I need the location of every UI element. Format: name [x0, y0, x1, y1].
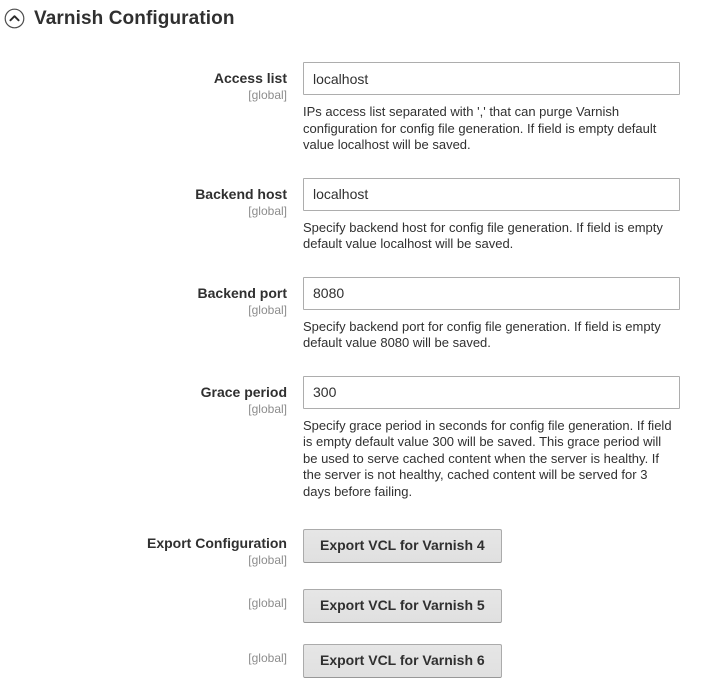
field-scope-export-varnish-4: [global]: [248, 553, 287, 567]
grace-period-input[interactable]: [303, 375, 680, 409]
field-label-block-access-list: Access list [global]: [0, 62, 287, 103]
field-label-backend-port: Backend port: [197, 284, 287, 301]
field-label-block-export-configuration: Export Configuration [global]: [0, 529, 287, 568]
field-label-block-export-varnish-5: [global]: [0, 589, 287, 611]
field-scope-access-list: [global]: [248, 88, 287, 102]
field-label-backend-host: Backend host: [195, 185, 287, 202]
field-label-access-list: Access list: [213, 70, 287, 86]
section-header-varnish-configuration[interactable]: Varnish Configuration: [0, 4, 235, 33]
field-note-backend-host: Specify backend host for config file gen…: [303, 219, 663, 252]
varnish-configuration-page: Varnish Configuration Access list [globa…: [0, 0, 719, 682]
field-scope-export-varnish-6: [global]: [248, 651, 287, 665]
field-scope-export-varnish-5: [global]: [248, 596, 287, 610]
chevron-up-circle-icon[interactable]: [4, 8, 25, 29]
field-scope-backend-host: [global]: [248, 203, 287, 218]
export-configuration-group: Export Configuration [global] Export VCL…: [0, 529, 719, 678]
export-row-varnish-5: [global] Export VCL for Varnish 5: [0, 589, 719, 623]
field-row-grace-period: Grace period [global] Specify grace peri…: [0, 375, 719, 501]
field-row-backend-host: Backend host [global] Specify backend ho…: [0, 177, 719, 253]
backend-port-input[interactable]: [303, 276, 680, 310]
field-row-access-list: Access list [global] IPs access list sep…: [0, 62, 719, 154]
field-label-block-grace-period: Grace period [global]: [0, 376, 287, 417]
export-vcl-varnish-6-button[interactable]: Export VCL for Varnish 6: [303, 644, 502, 678]
field-control-access-list: IPs access list separated with ',' that …: [287, 62, 719, 154]
field-control-backend-port: Specify backend port for config file gen…: [287, 276, 719, 352]
varnish-settings-form: Access list [global] IPs access list sep…: [0, 62, 719, 678]
field-control-export-varnish-6: Export VCL for Varnish 6: [287, 644, 719, 678]
export-vcl-varnish-5-button[interactable]: Export VCL for Varnish 5: [303, 589, 502, 623]
field-control-export-varnish-4: Export VCL for Varnish 4: [287, 529, 719, 563]
page-title: Varnish Configuration: [34, 8, 235, 29]
export-row-varnish-6: [global] Export VCL for Varnish 6: [0, 644, 719, 678]
export-vcl-varnish-4-button[interactable]: Export VCL for Varnish 4: [303, 529, 502, 563]
field-scope-grace-period: [global]: [248, 401, 287, 416]
field-label-block-export-varnish-6: [global]: [0, 644, 287, 666]
field-note-grace-period: Specify grace period in seconds for conf…: [303, 417, 672, 499]
field-control-grace-period: Specify grace period in seconds for conf…: [287, 375, 719, 501]
backend-host-input[interactable]: [303, 177, 680, 211]
field-control-backend-host: Specify backend host for config file gen…: [287, 177, 719, 253]
field-row-backend-port: Backend port [global] Specify backend po…: [0, 276, 719, 352]
field-label-grace-period: Grace period: [200, 383, 287, 400]
export-row-varnish-4: Export Configuration [global] Export VCL…: [0, 529, 719, 568]
field-label-block-backend-host: Backend host [global]: [0, 178, 287, 219]
field-scope-backend-port: [global]: [248, 302, 287, 317]
field-note-access-list: IPs access list separated with ',' that …: [303, 104, 657, 152]
field-note-backend-port: Specify backend port for config file gen…: [303, 318, 661, 351]
field-label-export-configuration: Export Configuration: [147, 535, 287, 551]
access-list-input[interactable]: [303, 62, 680, 95]
field-control-export-varnish-5: Export VCL for Varnish 5: [287, 589, 719, 623]
field-label-block-backend-port: Backend port [global]: [0, 277, 287, 318]
